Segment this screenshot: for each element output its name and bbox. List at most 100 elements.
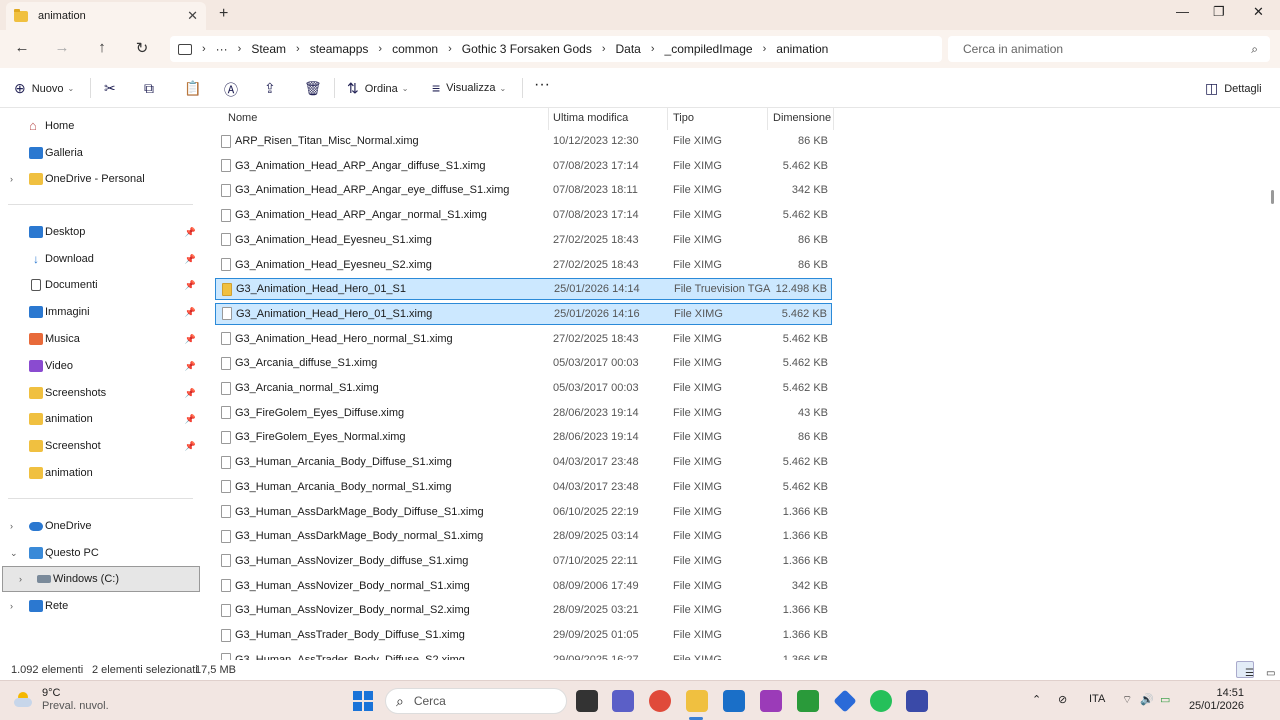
column-divider[interactable]	[767, 108, 768, 130]
taskbar-search[interactable]: ⌕ Cerca	[385, 688, 567, 714]
file-row[interactable]: G3_Human_AssNovizer_Body_normal_S2.ximg 2…	[215, 599, 832, 621]
sidebar-item-animation-pinned[interactable]: animation 📌	[0, 406, 200, 432]
details-view-button[interactable]: ☰	[1236, 661, 1254, 679]
pin-icon[interactable]: 📌	[185, 414, 196, 425]
more-options-button[interactable]: ···	[534, 76, 550, 94]
file-row[interactable]: G3_FireGolem_Eyes_Diffuse.ximg 28/06/2023…	[215, 402, 832, 424]
store-icon[interactable]	[723, 690, 745, 712]
location-off-icon[interactable]: ⊘	[1058, 693, 1067, 706]
view-button[interactable]: ≡ Visualizza ⌄	[432, 80, 506, 96]
sidebar-item-animation[interactable]: animation	[0, 460, 200, 486]
sidebar-item-screenshot[interactable]: Screenshot 📌	[0, 433, 200, 459]
breadcrumb-data[interactable]: Data	[616, 42, 641, 56]
volume-icon[interactable]: 🔊	[1140, 693, 1154, 706]
app-icon[interactable]	[760, 690, 782, 712]
clock[interactable]: 14:51 25/01/2026	[1188, 687, 1244, 713]
tray-chevron-up-icon[interactable]: ⌃	[1032, 693, 1041, 706]
file-row[interactable]: G3_Animation_Head_ARP_Angar_eye_diffuse_…	[215, 179, 832, 201]
file-row[interactable]: G3_Arcania_diffuse_S1.ximg 05/03/2017 00:…	[215, 352, 832, 374]
chrome-icon[interactable]	[649, 690, 671, 712]
refresh-button[interactable]: ↻	[132, 39, 152, 57]
pin-icon[interactable]: 📌	[185, 441, 196, 452]
start-button[interactable]	[352, 690, 374, 712]
share-button[interactable]: ⇪	[264, 80, 282, 97]
vertical-scrollbar[interactable]	[1268, 108, 1276, 660]
task-view-icon[interactable]	[576, 690, 598, 712]
sidebar-item-music[interactable]: Musica 📌	[0, 326, 200, 352]
pin-icon[interactable]: 📌	[185, 307, 196, 318]
new-tab-button[interactable]: +	[219, 5, 228, 23]
sidebar-item-download[interactable]: ↓ Download 📌	[0, 246, 200, 272]
column-divider[interactable]	[548, 108, 549, 130]
file-row[interactable]: G3_Human_AssDarkMage_Body_normal_S1.ximg…	[215, 525, 832, 547]
file-row[interactable]: G3_Human_AssNovizer_Body_diffuse_S1.ximg…	[215, 550, 832, 572]
sidebar-item-pictures[interactable]: Immagini 📌	[0, 299, 200, 325]
language-indicator[interactable]: ITA	[1089, 693, 1105, 705]
file-row[interactable]: G3_Human_Arcania_Body_normal_S1.ximg 04/0…	[215, 476, 832, 498]
breadcrumb-common[interactable]: common	[392, 42, 438, 56]
up-button[interactable]: ↑	[92, 39, 112, 56]
cut-button[interactable]: ✂	[104, 80, 122, 97]
tab-close-icon[interactable]: ✕	[187, 8, 198, 24]
file-row[interactable]: G3_Arcania_normal_S1.ximg 05/03/2017 00:0…	[215, 377, 832, 399]
battery-icon[interactable]: ▭	[1160, 693, 1170, 706]
column-divider[interactable]	[833, 108, 834, 130]
sidebar-item-network[interactable]: › Rete	[0, 593, 200, 619]
file-explorer-icon[interactable]	[686, 690, 708, 712]
file-row[interactable]: G3_Animation_Head_ARP_Angar_diffuse_S1.x…	[215, 155, 832, 177]
scrollbar-thumb[interactable]	[1271, 190, 1274, 204]
sidebar-item-video[interactable]: Video 📌	[0, 353, 200, 379]
rename-button[interactable]: Ⓐ	[224, 80, 244, 100]
delete-button[interactable]: 🗑	[304, 80, 328, 97]
breadcrumb-steam[interactable]: Steam	[251, 42, 286, 56]
file-row[interactable]: G3_Human_Arcania_Body_Diffuse_S1.ximg 04/…	[215, 451, 832, 473]
column-type[interactable]: Tipo	[673, 112, 694, 124]
sidebar-item-screenshots[interactable]: Screenshots 📌	[0, 380, 200, 406]
file-row[interactable]: G3_Human_AssTrader_Body_Diffuse_S2.ximg 2…	[215, 649, 832, 660]
new-button[interactable]: ⊕ Nuovo ⌄	[14, 80, 74, 97]
file-row[interactable]: G3_Human_AssTrader_Body_Diffuse_S1.ximg 2…	[215, 624, 832, 646]
close-window-button[interactable]: ✕	[1253, 4, 1264, 20]
pin-icon[interactable]: 📌	[185, 254, 196, 265]
column-name[interactable]: Nome	[228, 112, 257, 124]
wifi-icon[interactable]: ⌔	[1122, 693, 1132, 707]
pin-icon[interactable]: 📌	[185, 361, 196, 372]
file-row[interactable]: G3_Animation_Head_Hero_01_S1.ximg 25/01/2…	[215, 302, 832, 325]
maximize-button[interactable]: ❐	[1213, 4, 1225, 20]
whatsapp-icon[interactable]	[870, 690, 892, 712]
paste-button[interactable]: 📋	[184, 80, 207, 97]
address-bar[interactable]: › ··· › Steam › steamapps › common › Got…	[170, 36, 942, 62]
app-window-icon[interactable]	[906, 690, 928, 712]
pin-icon[interactable]: 📌	[185, 334, 196, 345]
file-row[interactable]: G3_Animation_Head_Hero_01_S1 25/01/2026 1…	[215, 278, 832, 301]
column-size[interactable]: Dimensione	[773, 112, 831, 124]
file-row[interactable]: G3_Human_AssDarkMage_Body_Diffuse_S1.xim…	[215, 501, 832, 523]
breadcrumb-animation[interactable]: animation	[776, 42, 828, 56]
file-row[interactable]: G3_Animation_Head_Eyesneu_S2.ximg 27/02/2…	[215, 254, 832, 276]
pin-icon[interactable]: 📌	[185, 227, 196, 238]
sidebar-item-documents[interactable]: Documenti 📌	[0, 272, 200, 298]
sidebar-item-desktop[interactable]: Desktop 📌	[0, 219, 200, 245]
breadcrumb-more[interactable]: ···	[216, 42, 228, 56]
sidebar-item-onedrive-personal[interactable]: › OneDrive - Personal	[0, 166, 200, 192]
teams-icon[interactable]	[612, 690, 634, 712]
pin-icon[interactable]: 📌	[185, 388, 196, 399]
file-row[interactable]: ARP_Risen_Titan_Misc_Normal.ximg 10/12/20…	[215, 130, 832, 152]
back-button[interactable]: ←	[12, 39, 32, 56]
details-button[interactable]: ◫ Dettagli	[1205, 80, 1262, 97]
breadcrumb-compiledimage[interactable]: _compiledImage	[665, 42, 753, 56]
forward-button[interactable]: →	[52, 39, 72, 56]
file-row[interactable]: G3_Animation_Head_Hero_normal_S1.ximg 27/…	[215, 328, 832, 350]
tiles-view-button[interactable]: ▭	[1257, 661, 1275, 679]
sidebar-item-onedrive[interactable]: › OneDrive	[0, 513, 200, 539]
pin-icon[interactable]: 📌	[185, 280, 196, 291]
sidebar-item-windows-c[interactable]: › Windows (C:)	[2, 566, 200, 592]
tab-animation[interactable]: animation ✕	[6, 2, 206, 30]
breadcrumb-gothic3[interactable]: Gothic 3 Forsaken Gods	[462, 42, 592, 56]
weather-widget[interactable]: 9°C Preval. nuvol.	[14, 687, 109, 713]
sidebar-item-this-pc[interactable]: ⌄ Questo PC	[0, 540, 200, 566]
minimize-button[interactable]: —	[1176, 4, 1189, 19]
copy-button[interactable]: ⧉	[144, 80, 160, 97]
sidebar-item-gallery[interactable]: Galleria	[0, 140, 200, 166]
app-diamond-icon[interactable]	[833, 689, 857, 713]
